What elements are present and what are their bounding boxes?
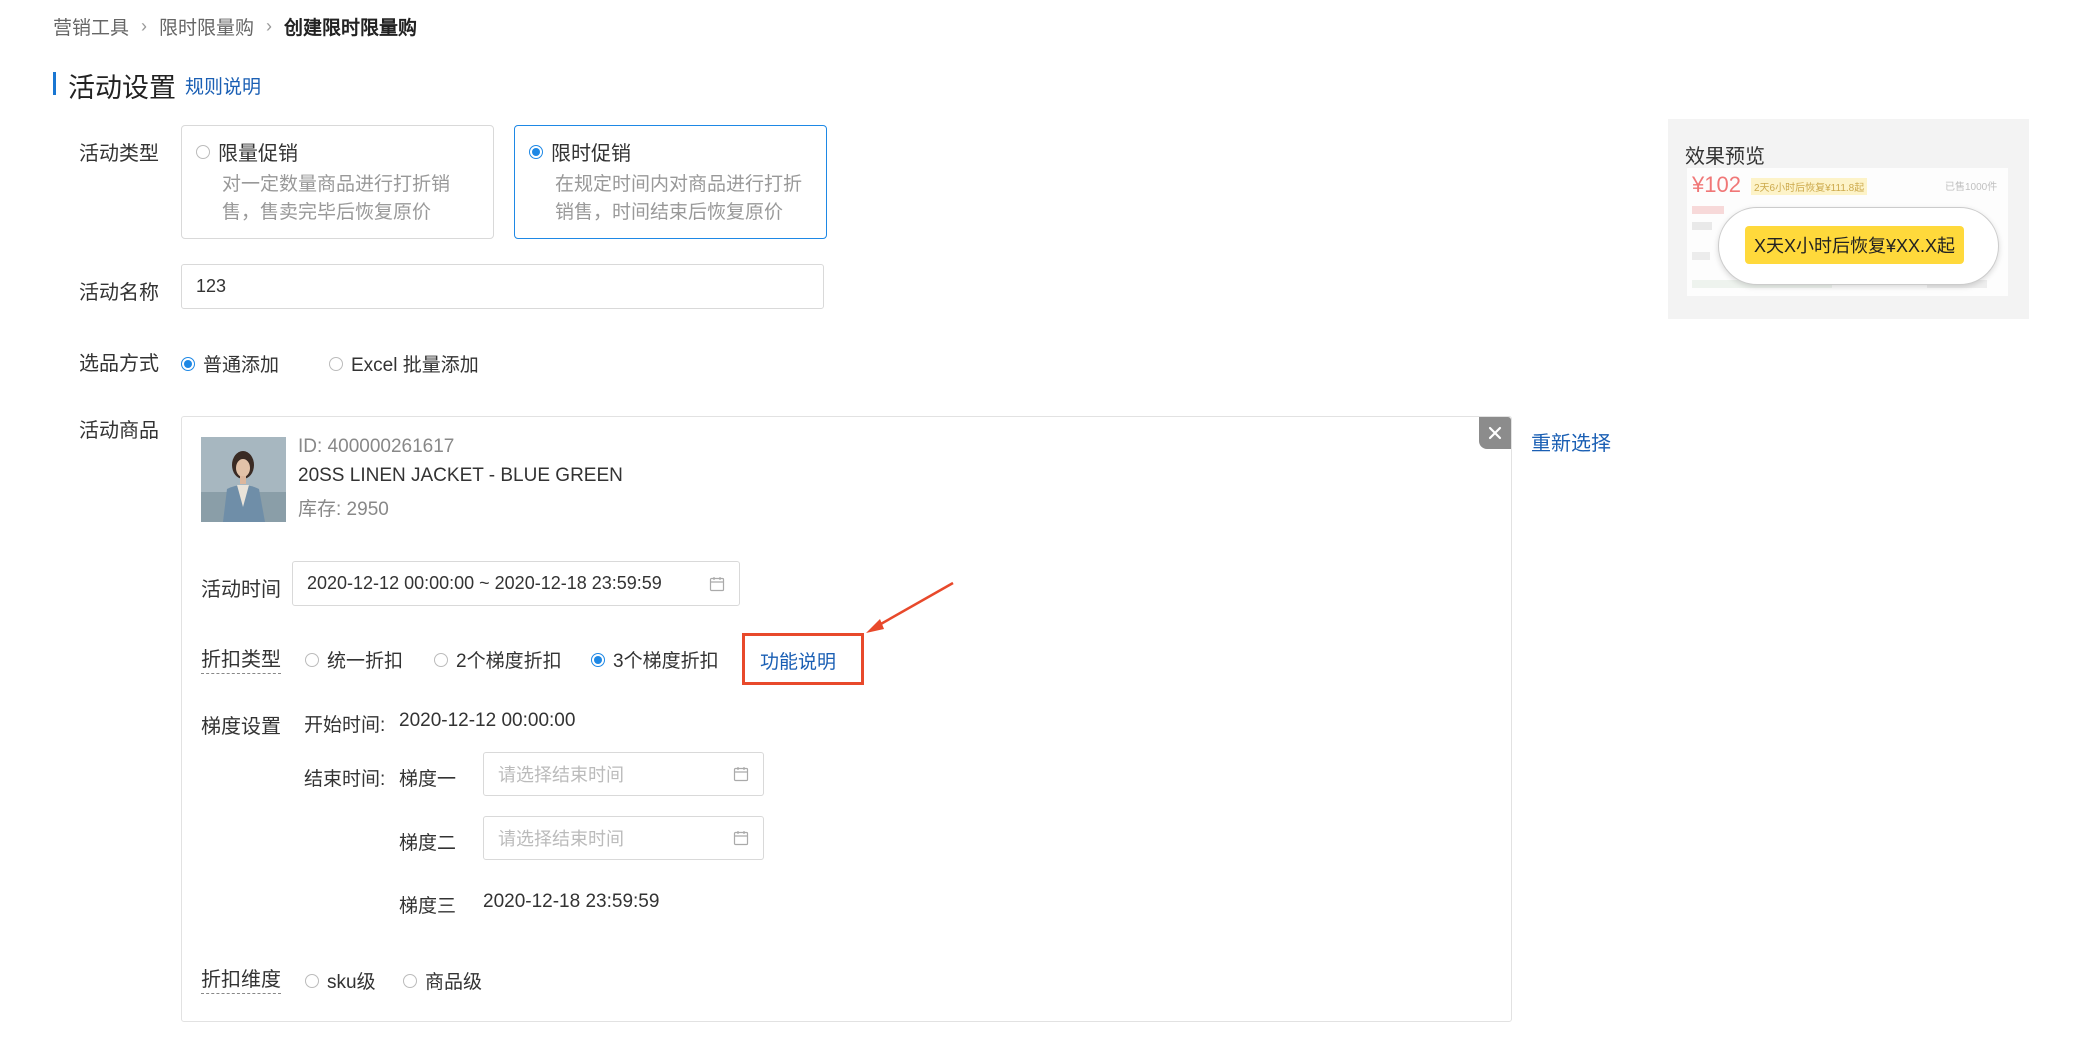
tier2-end-time-picker[interactable]: 请选择结束时间	[483, 816, 764, 860]
option-label: 商品级	[425, 972, 483, 993]
tier1-end-time-picker[interactable]: 请选择结束时间	[483, 752, 764, 796]
activity-time-range-picker[interactable]: 2020-12-12 00:00:00 ~ 2020-12-18 23:59:5…	[292, 561, 740, 606]
type-card-quantity[interactable]: 限量促销 对一定数量商品进行打折销售，售卖完毕后恢复原价	[181, 125, 494, 239]
radio-2tier[interactable]	[434, 652, 448, 667]
preview-bubble-tag: X天X小时后恢复¥XX.X起	[1745, 226, 1964, 264]
start-time-label: 开始时间:	[304, 715, 386, 736]
chevron-right-icon: ›	[266, 16, 273, 36]
rule-link[interactable]: 规则说明	[185, 72, 261, 99]
calendar-icon	[709, 576, 725, 591]
tier1-placeholder: 请选择结束时间	[498, 765, 624, 785]
radio-sku[interactable]	[305, 973, 319, 988]
radio-product[interactable]	[403, 973, 417, 988]
activity-type-label: 活动类型	[79, 143, 159, 165]
type-card-title: 限量促销	[218, 143, 298, 165]
tier1-label: 梯度一	[399, 769, 457, 790]
radio-excel[interactable]	[329, 356, 343, 371]
dimension-option-product[interactable]: 商品级	[403, 967, 482, 994]
start-time-value: 2020-12-12 00:00:00	[399, 710, 576, 731]
calendar-icon	[733, 831, 749, 846]
type-card-desc: 对一定数量商品进行打折销售，售卖完毕后恢复原价	[222, 174, 451, 223]
activity-goods-label: 活动商品	[79, 420, 159, 442]
selection-method-label: 选品方式	[79, 353, 159, 375]
option-label: 3个梯度折扣	[613, 651, 719, 672]
preview-placeholder-bar	[1692, 206, 1724, 214]
discount-option-3tier[interactable]: 3个梯度折扣	[591, 646, 719, 673]
discount-type-label: 折扣类型	[201, 643, 281, 674]
breadcrumb-item-flash-sale[interactable]: 限时限量购	[159, 13, 254, 40]
dimension-option-sku[interactable]: sku级	[305, 967, 376, 994]
reselect-link[interactable]: 重新选择	[1531, 427, 1611, 456]
selection-option-normal[interactable]: 普通添加	[181, 350, 279, 377]
preview-placeholder-bar	[1692, 222, 1712, 230]
activity-name-label: 活动名称	[79, 282, 159, 304]
option-label: 统一折扣	[327, 651, 404, 672]
tier3-value: 2020-12-18 23:59:59	[483, 891, 660, 912]
tier2-label: 梯度二	[399, 833, 457, 854]
type-card-title: 限时促销	[551, 143, 631, 165]
close-icon[interactable]	[1479, 417, 1511, 449]
breadcrumb: 营销工具 › 限时限量购 › 创建限时限量购	[53, 13, 417, 40]
product-id: ID: 400000261617	[298, 436, 455, 457]
preview-placeholder-bar	[1692, 252, 1710, 260]
radio-3tier[interactable]	[591, 652, 605, 667]
discount-dimension-label: 折扣维度	[201, 963, 281, 994]
selection-option-excel[interactable]: Excel 批量添加	[329, 350, 479, 377]
radio-time[interactable]	[529, 144, 543, 159]
radio-uniform[interactable]	[305, 652, 319, 667]
discount-option-2tier[interactable]: 2个梯度折扣	[434, 646, 562, 673]
preview-sold: 已售1000件	[1945, 182, 1998, 193]
gradient-settings-label: 梯度设置	[201, 716, 281, 738]
product-image	[201, 437, 286, 522]
breadcrumb-item-marketing[interactable]: 营销工具	[53, 13, 129, 40]
chevron-right-icon: ›	[141, 16, 148, 36]
type-card-desc: 在规定时间内对商品进行打折销售，时间结束后恢复原价	[555, 174, 803, 223]
breadcrumb-current: 创建限时限量购	[284, 18, 418, 39]
preview-small-tag: 2天6小时后恢复¥111.8起	[1751, 178, 1868, 195]
preview-title: 效果预览	[1685, 146, 1765, 168]
radio-quantity[interactable]	[196, 144, 210, 159]
option-label: Excel 批量添加	[351, 355, 479, 376]
discount-option-uniform[interactable]: 统一折扣	[305, 646, 403, 673]
option-label: sku级	[327, 972, 376, 993]
tier3-label: 梯度三	[399, 896, 457, 917]
calendar-icon	[733, 767, 749, 782]
section-title: 活动设置	[68, 73, 176, 103]
function-description-link[interactable]: 功能说明	[760, 647, 836, 674]
arrow-annotation-icon	[866, 581, 954, 633]
activity-time-value: 2020-12-12 00:00:00 ~ 2020-12-18 23:59:5…	[307, 573, 662, 593]
type-card-time[interactable]: 限时促销 在规定时间内对商品进行打折销售，时间结束后恢复原价	[514, 125, 827, 239]
option-label: 普通添加	[203, 355, 280, 376]
activity-time-label: 活动时间	[201, 579, 281, 601]
activity-name-input[interactable]	[181, 264, 824, 309]
option-label: 2个梯度折扣	[456, 651, 562, 672]
preview-price: ¥102	[1692, 172, 1741, 197]
end-time-label: 结束时间:	[304, 769, 386, 790]
section-accent-bar	[53, 72, 56, 95]
product-stock: 库存: 2950	[298, 499, 389, 520]
tier2-placeholder: 请选择结束时间	[498, 829, 624, 849]
product-name: 20SS LINEN JACKET - BLUE GREEN	[298, 465, 623, 486]
radio-normal[interactable]	[181, 356, 195, 371]
